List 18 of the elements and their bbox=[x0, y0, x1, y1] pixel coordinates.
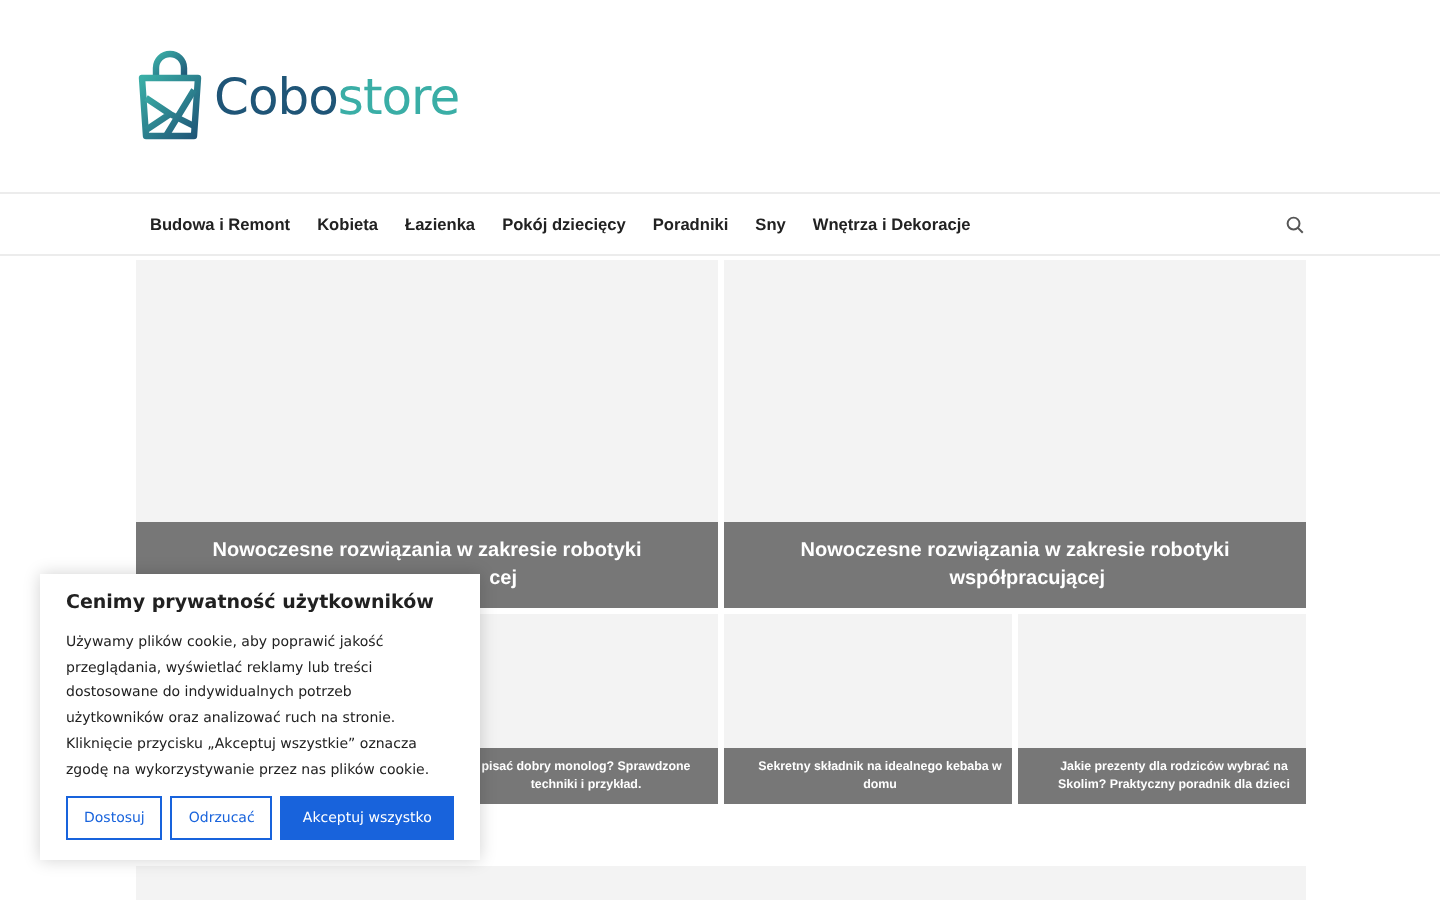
nav-link[interactable]: Łazienka bbox=[405, 214, 476, 234]
search-icon[interactable] bbox=[1286, 215, 1304, 233]
popup-title: Cenimy prywatność użytkowników bbox=[66, 592, 436, 614]
logo-text[interactable]: Cobostore bbox=[214, 67, 460, 125]
nav-link[interactable]: Pokój dziecięcy bbox=[502, 214, 626, 234]
nav-link[interactable]: Sny bbox=[755, 214, 786, 234]
card-image[interactable] bbox=[724, 614, 1012, 748]
card-title[interactable]: Nowoczesne rozwiązania w zakresie robotyki bbox=[212, 537, 642, 565]
card-title[interactable]: Nowoczesne rozwiązania w zakresie robotyki bbox=[800, 537, 1230, 565]
card-image[interactable] bbox=[1018, 614, 1306, 748]
card-image[interactable] bbox=[136, 260, 718, 522]
nav-link[interactable]: Poradniki bbox=[652, 214, 729, 234]
nav-link[interactable]: Budowa i Remont bbox=[150, 214, 291, 234]
nav-link[interactable]: Wnętrza i Dekoracje bbox=[812, 214, 971, 234]
card-title[interactable]: współpracującej bbox=[925, 565, 1105, 593]
nav-link[interactable]: Kobieta bbox=[317, 214, 378, 234]
shopping-bag-logo-icon bbox=[134, 50, 206, 142]
card-image[interactable] bbox=[724, 260, 1306, 522]
